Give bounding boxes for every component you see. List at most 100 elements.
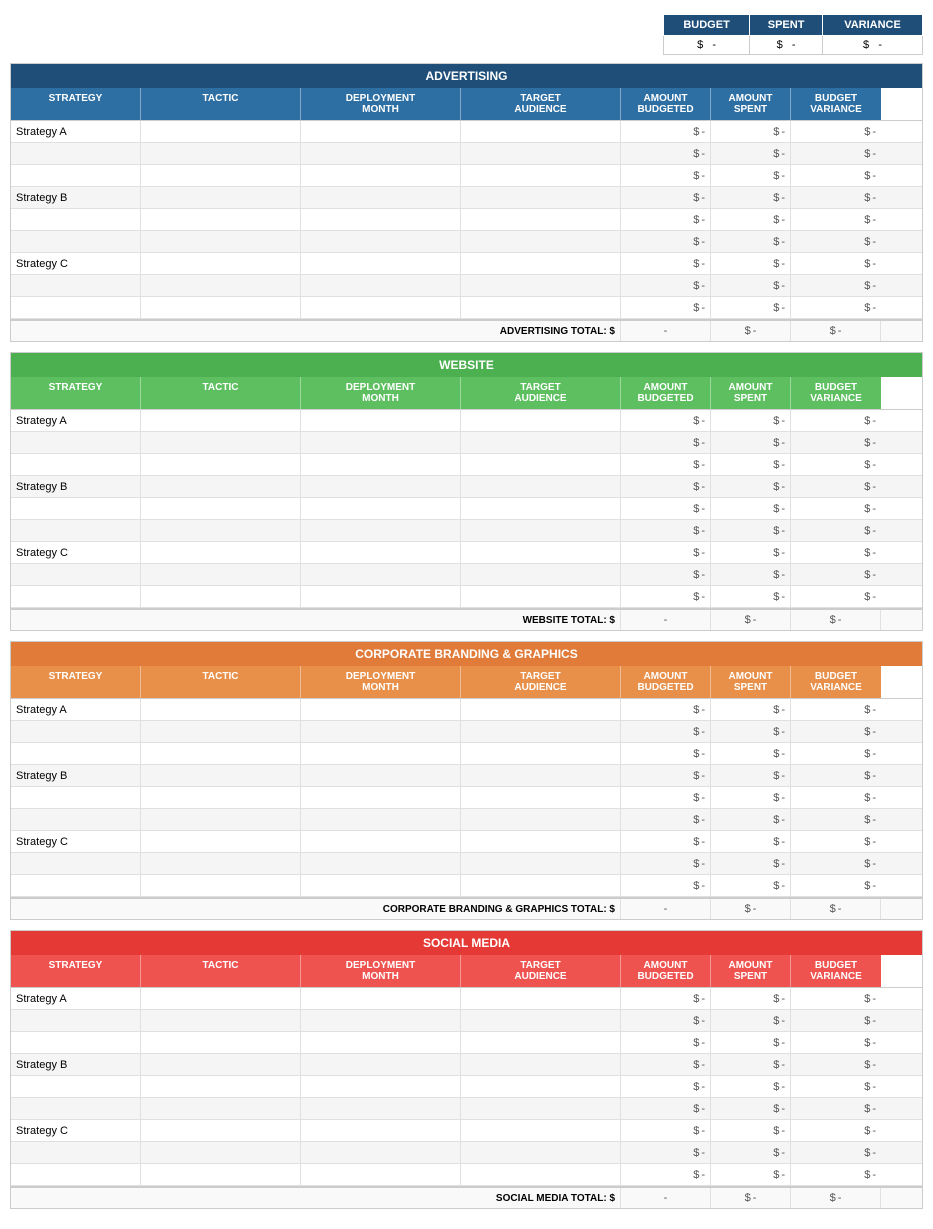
deploy-cell-website-1-2[interactable] [301,520,461,541]
spent-cell-advertising-1-2[interactable]: $ - [711,231,791,252]
deploy-cell-social-0-1[interactable] [301,1010,461,1031]
spent-cell-social-0-0[interactable]: $ - [711,988,791,1009]
target-cell-website-1-1[interactable] [461,498,621,519]
deploy-cell-website-0-1[interactable] [301,432,461,453]
variance-cell-social-0-0[interactable]: $ - [791,988,881,1009]
variance-cell-advertising-1-0[interactable]: $ - [791,187,881,208]
tactic-cell-advertising-0-1[interactable] [141,143,301,164]
spent-cell-corporate-1-0[interactable]: $ - [711,765,791,786]
spent-cell-social-2-2[interactable]: $ - [711,1164,791,1185]
deploy-cell-advertising-2-0[interactable] [301,253,461,274]
spent-cell-corporate-2-1[interactable]: $ - [711,853,791,874]
tactic-cell-corporate-2-0[interactable] [141,831,301,852]
budget-cell-advertising-2-1[interactable]: $ - [621,275,711,296]
variance-cell-website-1-1[interactable]: $ - [791,498,881,519]
tactic-cell-website-2-1[interactable] [141,564,301,585]
tactic-cell-social-0-1[interactable] [141,1010,301,1031]
spent-cell-corporate-0-2[interactable]: $ - [711,743,791,764]
tactic-cell-social-1-0[interactable] [141,1054,301,1075]
budget-cell-corporate-1-2[interactable]: $ - [621,809,711,830]
target-cell-advertising-0-2[interactable] [461,165,621,186]
spent-cell-website-0-0[interactable]: $ - [711,410,791,431]
target-cell-social-2-0[interactable] [461,1120,621,1141]
spent-cell-corporate-2-2[interactable]: $ - [711,875,791,896]
variance-cell-corporate-1-0[interactable]: $ - [791,765,881,786]
budget-cell-advertising-0-2[interactable]: $ - [621,165,711,186]
deploy-cell-corporate-2-1[interactable] [301,853,461,874]
target-cell-social-2-1[interactable] [461,1142,621,1163]
deploy-cell-website-2-1[interactable] [301,564,461,585]
deploy-cell-corporate-0-1[interactable] [301,721,461,742]
spent-cell-advertising-2-0[interactable]: $ - [711,253,791,274]
spent-cell-corporate-1-2[interactable]: $ - [711,809,791,830]
budget-cell-advertising-2-2[interactable]: $ - [621,297,711,318]
variance-cell-advertising-1-1[interactable]: $ - [791,209,881,230]
spent-cell-social-0-1[interactable]: $ - [711,1010,791,1031]
budget-cell-website-1-0[interactable]: $ - [621,476,711,497]
budget-cell-advertising-1-1[interactable]: $ - [621,209,711,230]
variance-cell-advertising-2-2[interactable]: $ - [791,297,881,318]
spent-cell-advertising-1-0[interactable]: $ - [711,187,791,208]
tactic-cell-website-0-0[interactable] [141,410,301,431]
budget-cell-website-1-2[interactable]: $ - [621,520,711,541]
tactic-cell-advertising-1-1[interactable] [141,209,301,230]
target-cell-social-0-1[interactable] [461,1010,621,1031]
target-cell-corporate-0-1[interactable] [461,721,621,742]
deploy-cell-corporate-0-0[interactable] [301,699,461,720]
variance-cell-social-1-0[interactable]: $ - [791,1054,881,1075]
spent-cell-advertising-2-2[interactable]: $ - [711,297,791,318]
tactic-cell-corporate-0-1[interactable] [141,721,301,742]
tactic-cell-website-0-1[interactable] [141,432,301,453]
target-cell-corporate-0-2[interactable] [461,743,621,764]
target-cell-corporate-2-0[interactable] [461,831,621,852]
variance-cell-corporate-1-1[interactable]: $ - [791,787,881,808]
budget-cell-corporate-2-1[interactable]: $ - [621,853,711,874]
tactic-cell-corporate-2-1[interactable] [141,853,301,874]
variance-cell-social-2-1[interactable]: $ - [791,1142,881,1163]
tactic-cell-corporate-0-2[interactable] [141,743,301,764]
budget-cell-corporate-2-2[interactable]: $ - [621,875,711,896]
tactic-cell-social-2-0[interactable] [141,1120,301,1141]
tactic-cell-social-0-0[interactable] [141,988,301,1009]
spent-cell-social-2-1[interactable]: $ - [711,1142,791,1163]
spent-cell-advertising-0-0[interactable]: $ - [711,121,791,142]
deploy-cell-corporate-2-0[interactable] [301,831,461,852]
tactic-cell-social-2-2[interactable] [141,1164,301,1185]
spent-cell-social-2-0[interactable]: $ - [711,1120,791,1141]
variance-cell-corporate-2-1[interactable]: $ - [791,853,881,874]
deploy-cell-corporate-0-2[interactable] [301,743,461,764]
target-cell-website-2-1[interactable] [461,564,621,585]
variance-cell-corporate-0-2[interactable]: $ - [791,743,881,764]
deploy-cell-corporate-1-1[interactable] [301,787,461,808]
deploy-cell-advertising-1-2[interactable] [301,231,461,252]
tactic-cell-corporate-0-0[interactable] [141,699,301,720]
budget-cell-social-2-1[interactable]: $ - [621,1142,711,1163]
tactic-cell-website-2-0[interactable] [141,542,301,563]
variance-cell-corporate-2-0[interactable]: $ - [791,831,881,852]
spent-cell-advertising-0-1[interactable]: $ - [711,143,791,164]
budget-cell-website-0-0[interactable]: $ - [621,410,711,431]
variance-cell-corporate-0-1[interactable]: $ - [791,721,881,742]
budget-cell-corporate-0-1[interactable]: $ - [621,721,711,742]
budget-cell-social-1-1[interactable]: $ - [621,1076,711,1097]
tactic-cell-corporate-2-2[interactable] [141,875,301,896]
tactic-cell-website-1-0[interactable] [141,476,301,497]
variance-cell-social-2-0[interactable]: $ - [791,1120,881,1141]
budget-cell-advertising-1-2[interactable]: $ - [621,231,711,252]
budget-cell-website-2-1[interactable]: $ - [621,564,711,585]
spent-cell-social-1-1[interactable]: $ - [711,1076,791,1097]
spent-cell-website-2-0[interactable]: $ - [711,542,791,563]
target-cell-corporate-2-1[interactable] [461,853,621,874]
target-cell-website-2-0[interactable] [461,542,621,563]
variance-cell-website-0-2[interactable]: $ - [791,454,881,475]
variance-cell-website-2-1[interactable]: $ - [791,564,881,585]
target-cell-advertising-0-1[interactable] [461,143,621,164]
variance-cell-advertising-0-2[interactable]: $ - [791,165,881,186]
budget-cell-website-1-1[interactable]: $ - [621,498,711,519]
target-cell-corporate-0-0[interactable] [461,699,621,720]
target-cell-advertising-1-2[interactable] [461,231,621,252]
spent-cell-website-2-2[interactable]: $ - [711,586,791,607]
deploy-cell-website-0-2[interactable] [301,454,461,475]
spent-cell-advertising-1-1[interactable]: $ - [711,209,791,230]
variance-cell-website-2-2[interactable]: $ - [791,586,881,607]
